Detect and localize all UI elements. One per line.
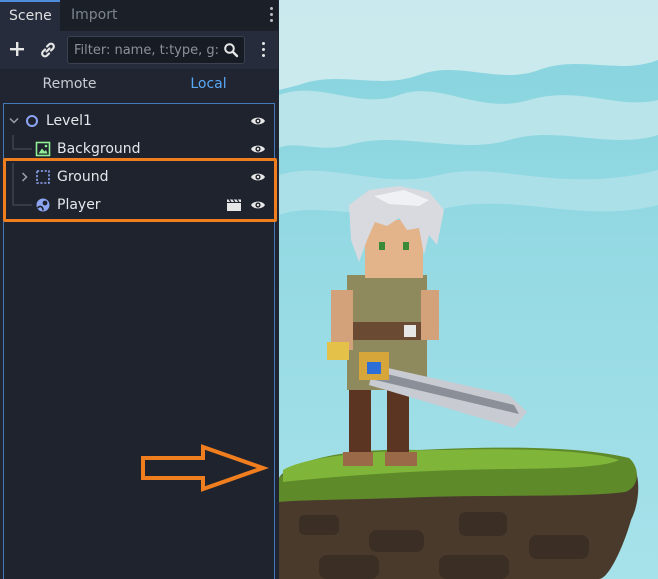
ground-island (279, 447, 639, 579)
eye-icon[interactable] (250, 114, 266, 128)
tree-node-label: Level1 (46, 113, 92, 129)
tab-import[interactable]: Import (71, 0, 117, 31)
clouds (279, 0, 658, 215)
game-viewport (279, 0, 658, 579)
plus-icon (10, 42, 24, 56)
chevron-down-icon[interactable] (9, 117, 19, 125)
dock-menu-icon[interactable] (270, 7, 274, 25)
instance-scene-button[interactable] (38, 40, 58, 60)
dock-tabs: Scene Import (0, 0, 278, 31)
search-icon (224, 43, 239, 58)
scene-toolbar (0, 31, 278, 69)
remote-toggle-button[interactable]: Remote (0, 70, 139, 98)
eye-icon[interactable] (250, 142, 266, 156)
local-toggle-button[interactable]: Local (139, 70, 278, 98)
add-node-button[interactable] (6, 37, 28, 61)
viewport-scene (279, 0, 658, 579)
arrow-right-icon (141, 444, 269, 492)
sprite2d-icon (35, 141, 51, 157)
highlight-box (3, 158, 277, 222)
tree-row-level1[interactable]: Level1 (4, 107, 274, 135)
link-icon (41, 42, 55, 58)
tab-scene[interactable]: Scene (0, 0, 60, 31)
node2d-icon (26, 115, 38, 127)
filter-field (67, 36, 245, 64)
more-options-icon[interactable] (262, 42, 266, 60)
filter-input[interactable] (74, 40, 222, 60)
